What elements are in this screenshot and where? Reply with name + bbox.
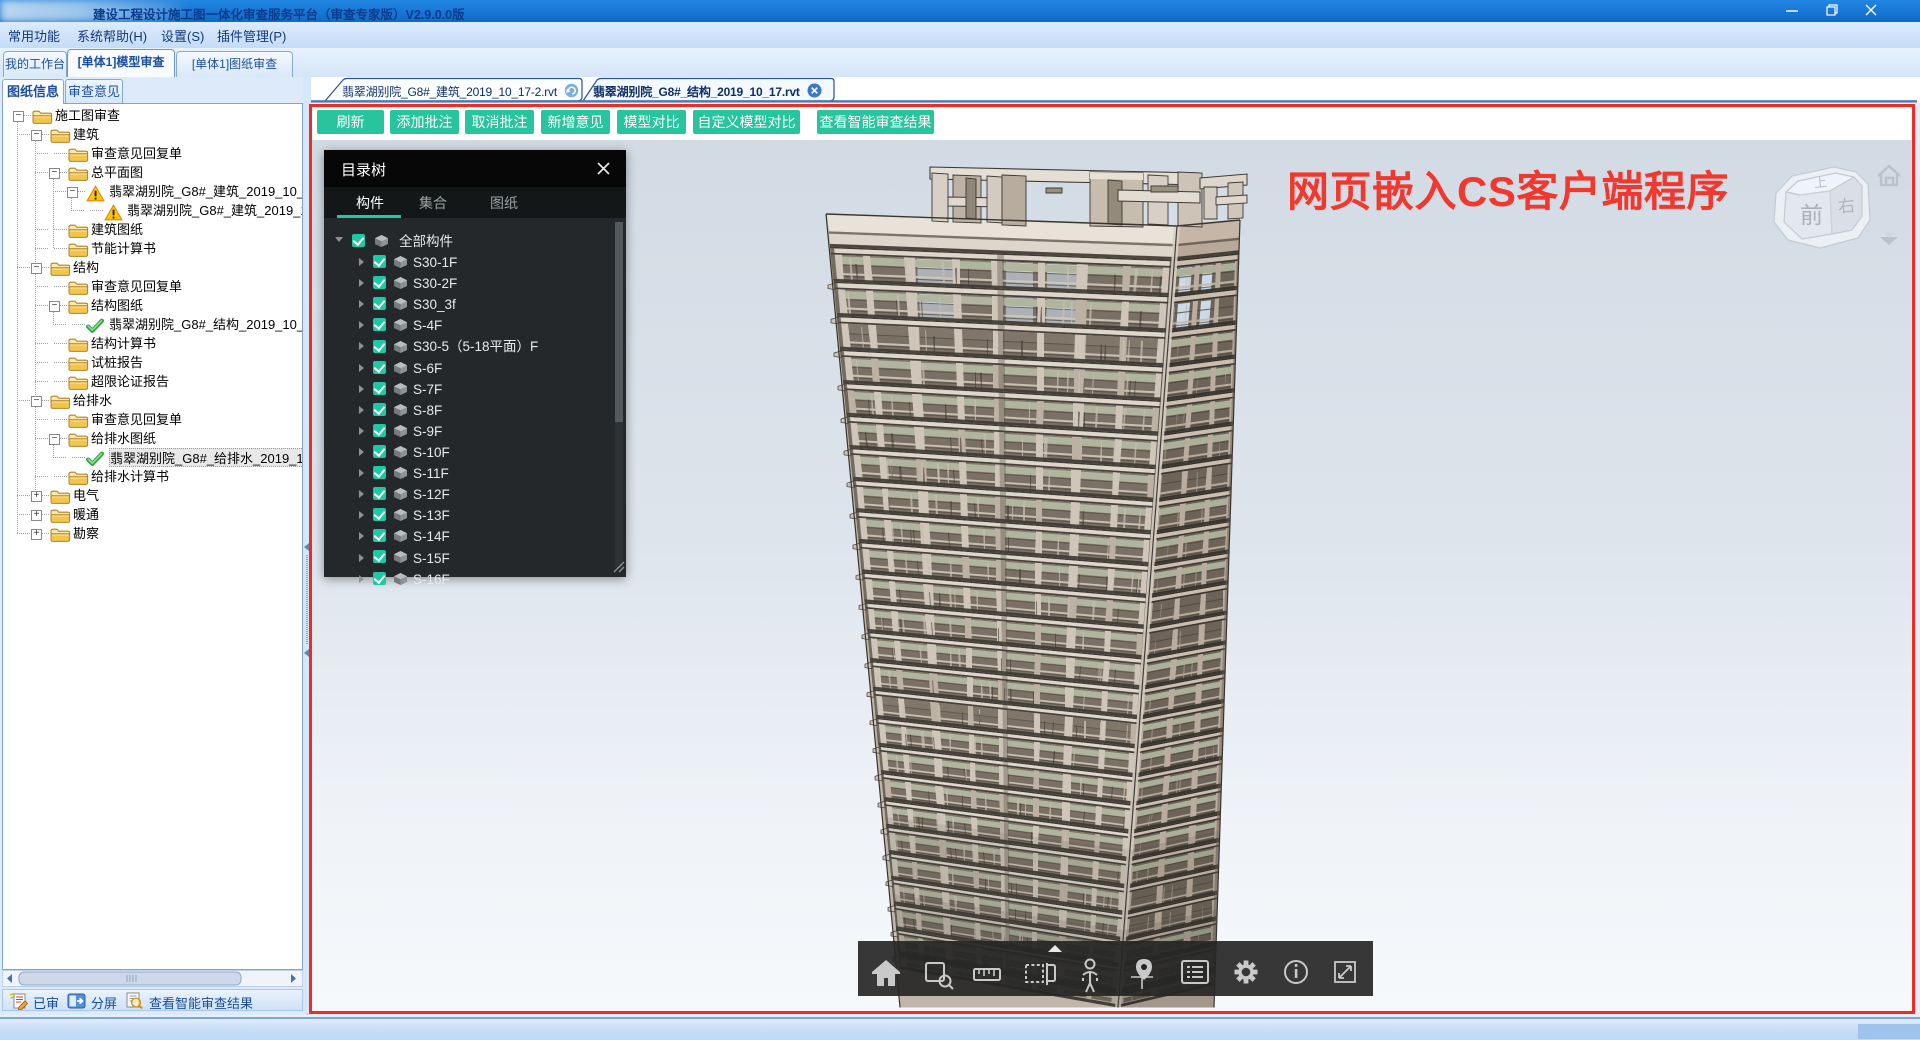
svg-text:前: 前	[1800, 202, 1823, 228]
svg-text:上: 上	[1813, 174, 1828, 190]
svg-text:右: 右	[1837, 196, 1856, 217]
